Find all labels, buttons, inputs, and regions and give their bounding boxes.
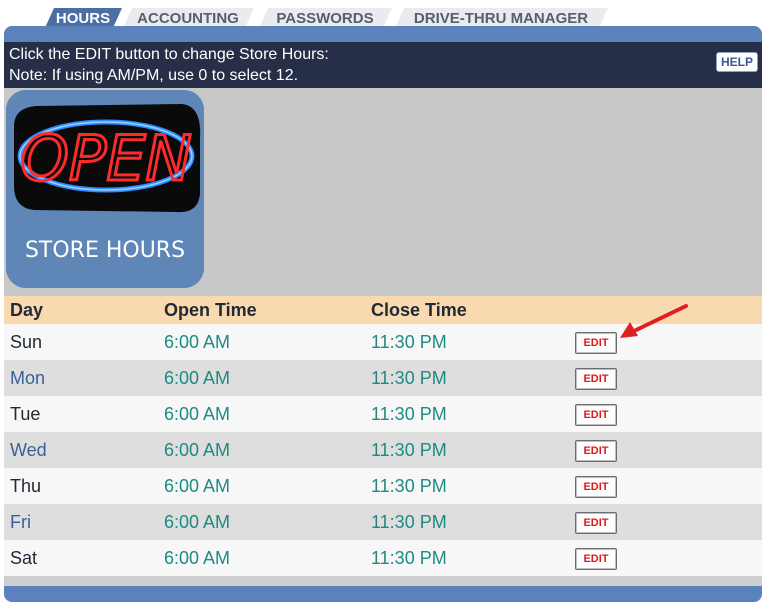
row-day: Sat	[10, 548, 38, 568]
table-row: Fri 6:00 AM 11:30 PM EDIT	[4, 504, 762, 540]
row-close-time: 11:30 PM	[371, 332, 447, 352]
edit-button-sat[interactable]: EDIT	[575, 548, 617, 570]
row-day: Wed	[10, 440, 47, 460]
row-close-time: 11:30 PM	[371, 440, 447, 460]
row-day: Tue	[10, 404, 41, 424]
row-day: Thu	[10, 476, 42, 496]
row-open-time: 6:00 AM	[164, 332, 231, 352]
table-row: Mon 6:00 AM 11:30 PM EDIT	[4, 360, 762, 396]
row-open-time: 6:00 AM	[164, 368, 231, 388]
edit-button-tue[interactable]: EDIT	[575, 404, 617, 426]
store-hours-panel: HOURS ACCOUNTING PASSWORDS DRIVE-THRU MA…	[4, 4, 762, 602]
row-open-time: 6:00 AM	[164, 404, 231, 424]
edit-button-fri[interactable]: EDIT	[575, 512, 617, 534]
row-day: Fri	[10, 512, 31, 532]
edit-button-sun[interactable]: EDIT	[575, 332, 617, 354]
row-open-time: 6:00 AM	[164, 548, 231, 568]
bottom-band	[4, 586, 762, 602]
row-open-time: 6:00 AM	[164, 440, 231, 460]
row-close-time: 11:30 PM	[371, 548, 447, 568]
store-hours-logo: OPEN STORE HOURS	[6, 90, 204, 288]
open-sign-text: OPEN	[20, 122, 192, 195]
instruction-bar: Click the EDIT button to change Store Ho…	[4, 42, 762, 88]
table-row: Wed 6:00 AM 11:30 PM EDIT	[4, 432, 762, 468]
help-button[interactable]: HELP	[716, 52, 758, 72]
row-close-time: 11:30 PM	[371, 368, 447, 388]
header-open-time: Open Time	[164, 300, 257, 320]
row-day: Sun	[10, 332, 43, 352]
row-open-time: 6:00 AM	[164, 476, 231, 496]
top-band	[4, 26, 762, 42]
edit-button-wed[interactable]: EDIT	[575, 440, 617, 462]
red-arrow-icon	[620, 304, 688, 338]
row-close-time: 11:30 PM	[371, 404, 447, 424]
row-close-time: 11:30 PM	[371, 476, 447, 496]
logo-caption: STORE HOURS	[24, 238, 186, 263]
table-row: Tue 6:00 AM 11:30 PM EDIT	[4, 396, 762, 432]
instruction-line-1: Click the EDIT button to change Store Ho…	[9, 46, 329, 63]
header-day: Day	[10, 300, 44, 320]
header-close-time: Close Time	[371, 300, 467, 320]
table-row: Sat 6:00 AM 11:30 PM EDIT	[4, 540, 762, 576]
footer-spacer	[4, 576, 762, 586]
table-row: Thu 6:00 AM 11:30 PM EDIT	[4, 468, 762, 504]
edit-button-thu[interactable]: EDIT	[575, 476, 617, 498]
edit-button-mon[interactable]: EDIT	[575, 368, 617, 390]
instruction-line-2: Note: If using AM/PM, use 0 to select 12…	[9, 67, 299, 84]
row-close-time: 11:30 PM	[371, 512, 447, 532]
row-day: Mon	[10, 368, 46, 388]
row-open-time: 6:00 AM	[164, 512, 231, 532]
